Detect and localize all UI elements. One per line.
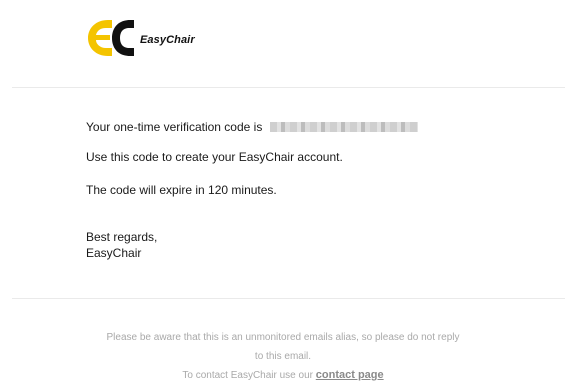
verification-code-intro: Your one-time verification code is <box>86 120 263 134</box>
header-divider <box>12 87 565 88</box>
email-header: EasyChair <box>0 0 566 86</box>
easychair-logo-icon <box>86 18 138 58</box>
usage-instruction: Use this code to create your EasyChair a… <box>86 150 343 164</box>
unmonitored-notice-line-1: Please be aware that this is an unmonito… <box>106 332 460 343</box>
contact-page-link[interactable]: contact page <box>316 369 384 381</box>
verification-code-line: Your one-time verification code is <box>86 120 419 135</box>
signoff-name: EasyChair <box>86 246 142 260</box>
signoff-greeting: Best regards, <box>86 230 158 244</box>
email-footer: Please be aware that this is an unmonito… <box>0 328 566 385</box>
footer-divider <box>12 298 565 299</box>
contact-prefix: To contact EasyChair use our <box>182 370 313 381</box>
easychair-logo: EasyChair <box>86 18 216 58</box>
redacted-verification-code <box>270 121 419 132</box>
contact-line: To contact EasyChair use our contact pag… <box>0 366 566 385</box>
expiry-notice: The code will expire in 120 minutes. <box>86 183 277 197</box>
logo-wordmark: EasyChair <box>140 34 195 46</box>
unmonitored-notice-line-2: to this email. <box>254 351 312 362</box>
